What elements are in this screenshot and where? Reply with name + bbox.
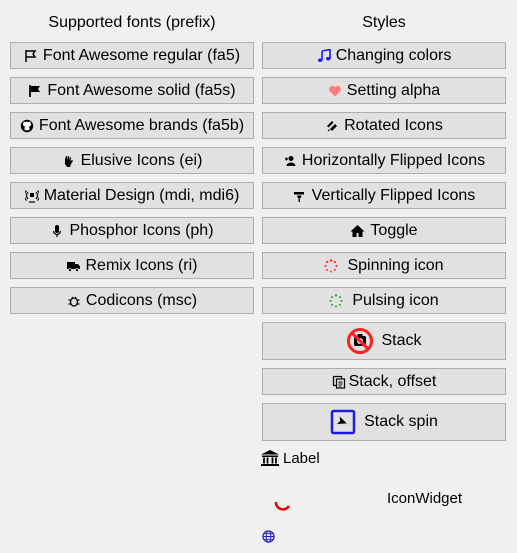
button-label: Font Awesome regular (fa5)	[42, 46, 241, 64]
square-spin-icon	[330, 409, 356, 435]
pulse-spinner-icon	[329, 293, 343, 308]
button-label: Material Design (mdi, mdi6)	[43, 186, 240, 204]
button-label: Stack, offset	[348, 372, 437, 390]
font-awesome-solid-button[interactable]: Font Awesome solid (fa5s)	[10, 77, 254, 104]
truck-icon	[66, 259, 81, 273]
icon-widget-label: IconWidget	[387, 490, 463, 507]
button-label: Phosphor Icons (ph)	[69, 221, 214, 239]
flag-solid-icon	[28, 84, 42, 98]
phosphor-icons-button[interactable]: Phosphor Icons (ph)	[10, 217, 254, 244]
button-label: Font Awesome brands (fa5b)	[38, 116, 245, 134]
bank-icon	[260, 449, 280, 467]
vertically-flipped-icons-button[interactable]: Vertically Flipped Icons	[262, 182, 506, 209]
stack-offset-button[interactable]: Stack, offset	[262, 368, 506, 395]
stack-spin-button[interactable]: Stack spin	[262, 403, 506, 441]
button-label: Spinning icon	[347, 256, 444, 274]
button-label: Stack spin	[364, 413, 438, 430]
button-label: Codicons (msc)	[85, 291, 198, 309]
elusive-icons-button[interactable]: Elusive Icons (ei)	[10, 147, 254, 174]
horizontally-flipped-icons-button[interactable]: Horizontally Flipped Icons	[262, 147, 506, 174]
stacked-copy-icon	[332, 375, 346, 389]
remix-icons-button[interactable]: Remix Icons (ri)	[10, 252, 254, 279]
right-column-title: Styles	[362, 14, 406, 31]
camera-ban-icon	[346, 327, 374, 355]
github-icon	[20, 119, 34, 133]
stack-button[interactable]: Stack	[262, 322, 506, 360]
flag-outline-icon	[24, 49, 38, 63]
hand-rock-icon	[62, 154, 76, 168]
button-label: Toggle	[370, 221, 418, 239]
font-awesome-brands-button[interactable]: Font Awesome brands (fa5b)	[10, 112, 254, 139]
button-label: Font Awesome solid (fa5s)	[47, 81, 236, 99]
label-text: Label	[283, 449, 320, 467]
spinner-arc-icon	[272, 495, 292, 515]
button-label: Vertically Flipped Icons	[311, 186, 476, 204]
button-label: Rotated Icons	[344, 116, 443, 134]
home-icon	[350, 224, 365, 238]
changing-colors-button[interactable]: Changing colors	[262, 42, 506, 69]
toggle-button[interactable]: Toggle	[262, 217, 506, 244]
button-label: Horizontally Flipped Icons	[301, 151, 486, 169]
button-label: Elusive Icons (ei)	[80, 151, 203, 169]
button-label: Setting alpha	[346, 81, 441, 99]
music-note-icon	[317, 48, 331, 63]
material-design-button[interactable]: Material Design (mdi, mdi6)	[10, 182, 254, 209]
label-widget: Label	[260, 448, 320, 468]
font-awesome-regular-button[interactable]: Font Awesome regular (fa5)	[10, 42, 254, 69]
user-flipped-icon	[283, 154, 297, 168]
broadcast-icon	[24, 189, 39, 203]
setting-alpha-button[interactable]: Setting alpha	[262, 77, 506, 104]
button-label: Remix Icons (ri)	[85, 256, 198, 274]
codicons-button[interactable]: Codicons (msc)	[10, 287, 254, 314]
button-label: Changing colors	[335, 46, 452, 64]
microphone-icon	[50, 224, 64, 238]
heart-icon	[328, 84, 342, 98]
button-label: Pulsing icon	[352, 291, 439, 309]
pulsing-icon-button[interactable]: Pulsing icon	[262, 287, 506, 314]
rotated-icons-button[interactable]: Rotated Icons	[262, 112, 506, 139]
rotated-pen-icon	[325, 119, 339, 133]
debug-icon	[67, 294, 81, 308]
spinning-icon-button[interactable]: Spinning icon	[262, 252, 506, 279]
globe-icon	[262, 530, 276, 544]
left-column-title: Supported fonts (prefix)	[48, 14, 216, 31]
button-label: Stack	[381, 332, 422, 349]
pen-flipped-icon	[293, 189, 307, 203]
spinner-icon	[324, 258, 339, 273]
